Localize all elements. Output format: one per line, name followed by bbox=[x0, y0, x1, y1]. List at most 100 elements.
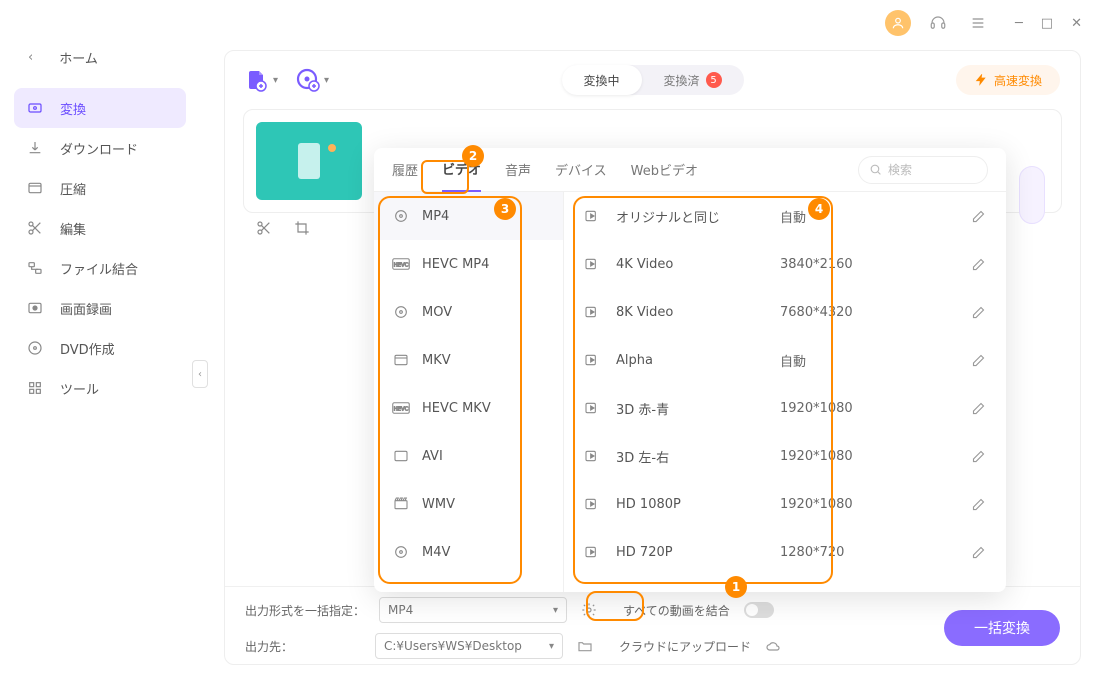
tab-audio[interactable]: 音声 bbox=[505, 148, 531, 192]
trim-icon[interactable] bbox=[256, 220, 272, 236]
sidebar-collapse-button[interactable]: ‹ bbox=[192, 360, 208, 388]
edit-preset-icon[interactable] bbox=[971, 449, 986, 464]
preset-resolution: 3840*2160 bbox=[780, 257, 890, 272]
sidebar-label: DVD作成 bbox=[60, 339, 115, 358]
preset-item[interactable]: Alpha自動 bbox=[564, 336, 1006, 384]
callout-3: 3 bbox=[494, 198, 516, 220]
minimize-button[interactable]: ─ bbox=[1015, 16, 1023, 31]
search-input[interactable]: 検索 bbox=[858, 156, 988, 184]
maximize-button[interactable]: □ bbox=[1041, 16, 1053, 31]
preset-name: 3D 赤-青 bbox=[616, 399, 766, 418]
preset-item[interactable]: 4K Video3840*2160 bbox=[564, 240, 1006, 288]
format-item-mp4[interactable]: MP4 bbox=[374, 192, 563, 240]
media-thumbnail[interactable] bbox=[256, 122, 362, 200]
breadcrumb[interactable]: ‹ ホーム bbox=[28, 48, 98, 67]
cloud-label: クラウドにアップロード bbox=[619, 638, 751, 655]
chevron-down-icon: ▾ bbox=[553, 605, 558, 616]
edit-preset-icon[interactable] bbox=[971, 305, 986, 320]
tab-converted[interactable]: 変換済5 bbox=[642, 65, 744, 95]
video-icon bbox=[584, 256, 602, 272]
sidebar-item-dvd[interactable]: DVD作成 bbox=[14, 328, 186, 368]
format-popup: 履歴 ビデオ 音声 デバイス Webビデオ 検索 MP4 HEVCHEVC MP… bbox=[374, 148, 1006, 592]
format-item-hevc-mp4[interactable]: HEVCHEVC MP4 bbox=[374, 240, 563, 288]
chevron-down-icon: ▾ bbox=[549, 641, 554, 652]
format-column: MP4 HEVCHEVC MP4 MOV MKV HEVCHEVC MKV AV… bbox=[374, 192, 564, 592]
preset-item[interactable]: HD 1080P 1920*1080 bbox=[564, 480, 1006, 528]
edit-preset-icon[interactable] bbox=[971, 497, 986, 512]
status-segmented: 変換中 変換済5 bbox=[561, 65, 743, 95]
convert-all-button[interactable]: 一括変換 bbox=[944, 610, 1060, 646]
tab-history[interactable]: 履歴 bbox=[392, 148, 418, 192]
card-right-pill[interactable] bbox=[1019, 166, 1045, 224]
preset-resolution: 1920*1080 bbox=[780, 497, 890, 512]
callout-2: 2 bbox=[462, 145, 484, 167]
sidebar-item-convert[interactable]: 変換 bbox=[14, 88, 186, 128]
fast-convert-button[interactable]: 高速変換 bbox=[956, 65, 1060, 95]
convert-all-label: 一括変換 bbox=[974, 618, 1030, 638]
add-buttons: ▾ ▾ bbox=[245, 68, 329, 92]
record-icon bbox=[26, 299, 44, 317]
preset-resolution: 自動 bbox=[780, 207, 890, 226]
edit-preset-icon[interactable] bbox=[971, 209, 986, 224]
sidebar-label: 編集 bbox=[60, 219, 86, 238]
format-item-mov[interactable]: MOV bbox=[374, 288, 563, 336]
preset-item[interactable]: 8K Video7680*4320 bbox=[564, 288, 1006, 336]
clapper-icon bbox=[392, 495, 410, 513]
close-button[interactable]: ✕ bbox=[1071, 16, 1082, 31]
preset-item[interactable]: 3D 赤-青1920*1080 bbox=[564, 384, 1006, 432]
add-disc-button[interactable]: ▾ bbox=[296, 68, 329, 92]
format-item-avi[interactable]: AVI bbox=[374, 432, 563, 480]
preset-name: HD 1080P bbox=[616, 497, 766, 512]
sidebar-label: 画面録画 bbox=[60, 299, 112, 318]
preset-name: HD 720P bbox=[616, 545, 766, 560]
output-path-select[interactable]: C:¥Users¥WS¥Desktop ▾ bbox=[375, 633, 563, 659]
home-label: ホーム bbox=[59, 48, 98, 67]
output-format-select[interactable]: MP4▾ bbox=[379, 597, 567, 623]
preset-item[interactable]: HD 720P1280*720 bbox=[564, 528, 1006, 576]
tab-converting[interactable]: 変換中 bbox=[561, 65, 641, 95]
preset-resolution: 7680*4320 bbox=[780, 305, 890, 320]
open-folder-icon[interactable] bbox=[577, 638, 593, 654]
tab-device[interactable]: デバイス bbox=[555, 148, 607, 192]
format-item-m4v[interactable]: M4V bbox=[374, 528, 563, 576]
menu-icon[interactable] bbox=[965, 10, 991, 36]
settings-icon[interactable] bbox=[581, 602, 597, 618]
edit-preset-icon[interactable] bbox=[971, 257, 986, 272]
sidebar: 変換 ダウンロード 圧縮 編集 ファイル結合 画面録画 DVD作成 ツール bbox=[0, 84, 200, 412]
preset-item[interactable]: 3D 左-右1920*1080 bbox=[564, 432, 1006, 480]
sidebar-label: ツール bbox=[60, 379, 99, 398]
merge-toggle[interactable] bbox=[744, 602, 774, 618]
crop-icon[interactable] bbox=[294, 220, 310, 236]
back-icon: ‹ bbox=[28, 50, 33, 65]
edit-preset-icon[interactable] bbox=[971, 545, 986, 560]
disc-icon bbox=[392, 207, 410, 225]
sidebar-item-compress[interactable]: 圧縮 bbox=[14, 168, 186, 208]
preset-column: オリジナルと同じ自動4K Video3840*21608K Video7680*… bbox=[564, 192, 1006, 592]
format-item-wmv[interactable]: WMV bbox=[374, 480, 563, 528]
sidebar-item-tools[interactable]: ツール bbox=[14, 368, 186, 408]
add-file-button[interactable]: ▾ bbox=[245, 68, 278, 92]
format-item-hevc-mkv[interactable]: HEVCHEVC MKV bbox=[374, 384, 563, 432]
edit-preset-icon[interactable] bbox=[971, 401, 986, 416]
search-placeholder: 検索 bbox=[888, 161, 912, 178]
media-actions bbox=[256, 220, 310, 236]
output-path: C:¥Users¥WS¥Desktop bbox=[384, 639, 522, 653]
sidebar-item-download[interactable]: ダウンロード bbox=[14, 128, 186, 168]
support-icon[interactable] bbox=[925, 10, 951, 36]
sidebar-item-record[interactable]: 画面録画 bbox=[14, 288, 186, 328]
preset-item[interactable]: オリジナルと同じ自動 bbox=[564, 192, 1006, 240]
edit-preset-icon[interactable] bbox=[971, 353, 986, 368]
merge-label: すべての動画を結合 bbox=[623, 602, 730, 619]
avatar[interactable] bbox=[885, 10, 911, 36]
preset-resolution: 自動 bbox=[780, 351, 890, 370]
preset-name: 3D 左-右 bbox=[616, 447, 766, 466]
sidebar-item-merge[interactable]: ファイル結合 bbox=[14, 248, 186, 288]
sidebar-item-edit[interactable]: 編集 bbox=[14, 208, 186, 248]
format-item-mkv[interactable]: MKV bbox=[374, 336, 563, 384]
video-icon bbox=[584, 448, 602, 464]
sidebar-label: ダウンロード bbox=[60, 139, 138, 158]
popup-body: MP4 HEVCHEVC MP4 MOV MKV HEVCHEVC MKV AV… bbox=[374, 192, 1006, 592]
cloud-icon[interactable] bbox=[765, 638, 781, 654]
tab-web[interactable]: Webビデオ bbox=[631, 148, 698, 192]
chevron-down-icon: ▾ bbox=[273, 75, 278, 86]
